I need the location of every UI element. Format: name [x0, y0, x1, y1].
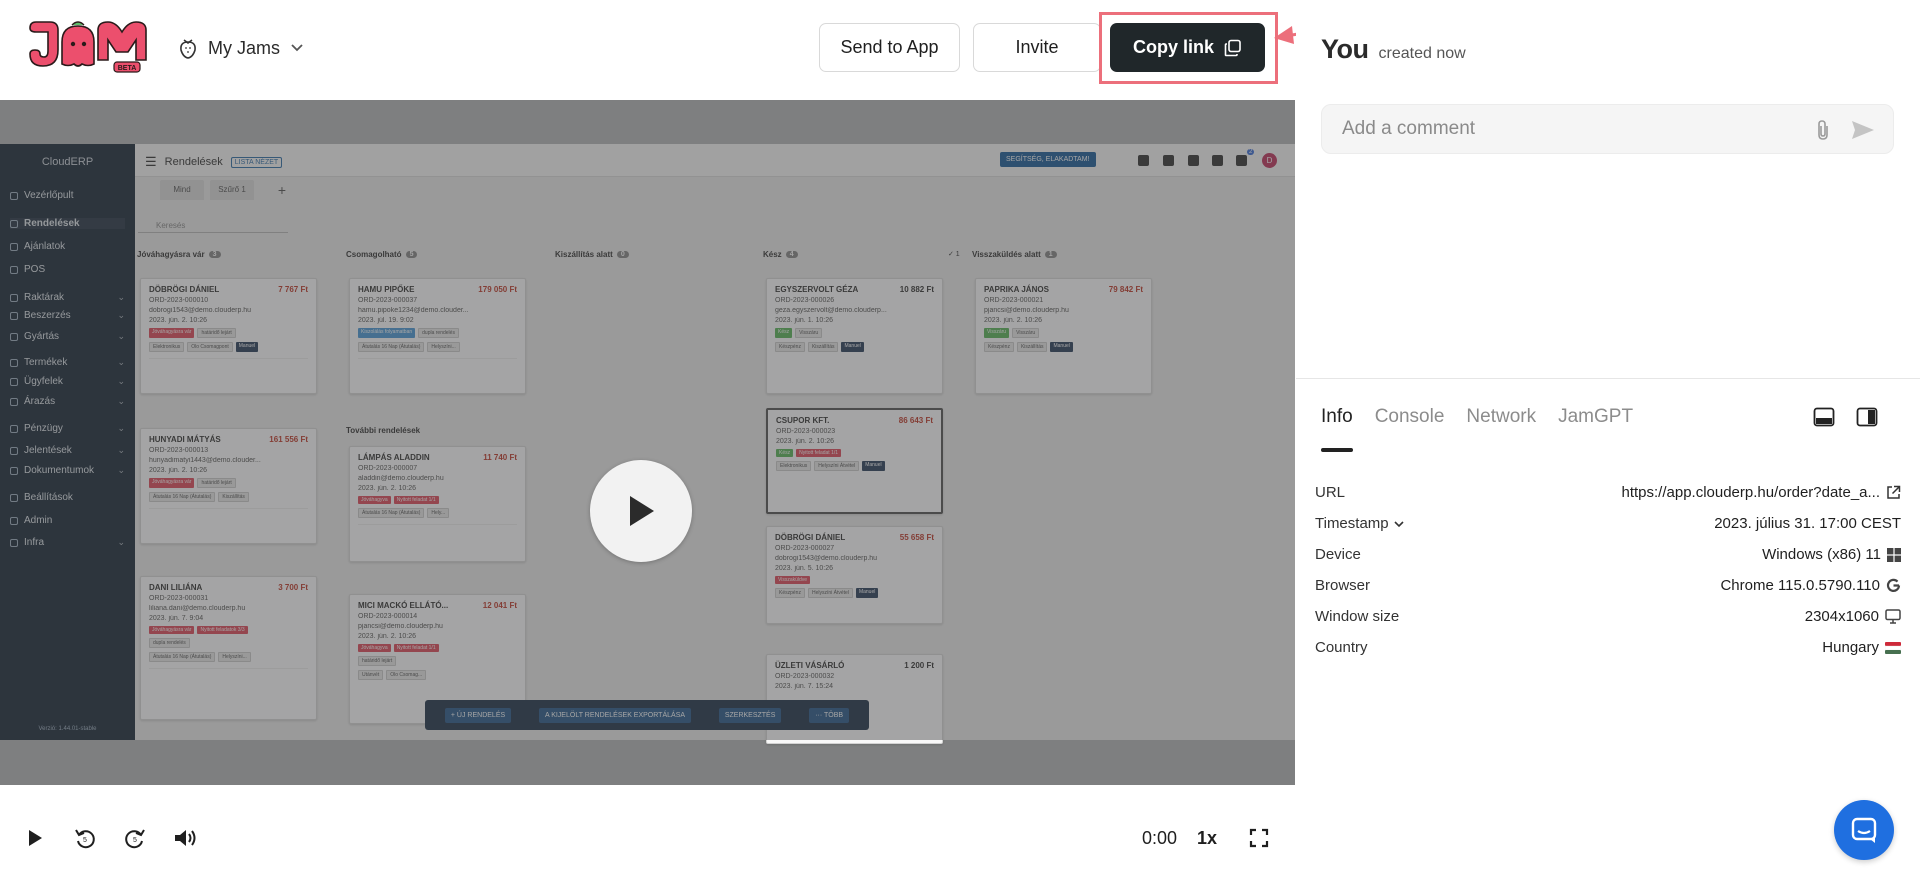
play-icon [29, 830, 42, 846]
player-controls: 5 5 0:00 1x [0, 785, 1295, 876]
browser-value: Chrome 115.0.5790.110 [1720, 577, 1880, 594]
country-value: Hungary [1822, 639, 1879, 656]
info-row-timestamp: Timestamp 2023. július 31. 17:00 CEST [1315, 508, 1901, 539]
info-key: Window size [1315, 608, 1400, 625]
author-line: You created now [1321, 34, 1466, 65]
playback-time: 0:00 [1142, 828, 1178, 848]
divider [1296, 378, 1920, 379]
info-value: Windows (x86) 11 [1762, 546, 1901, 563]
strawberry-icon [180, 39, 196, 59]
send-to-app-button[interactable]: Send to App [819, 23, 960, 72]
tab-console[interactable]: Console [1375, 406, 1445, 452]
tab-network[interactable]: Network [1466, 406, 1536, 452]
comment-box [1321, 104, 1894, 154]
svg-text:5: 5 [83, 837, 87, 844]
windows-icon [1887, 547, 1901, 562]
invite-button[interactable]: Invite [973, 23, 1101, 72]
info-row-device: Device Windows (x86) 11 [1315, 539, 1901, 570]
hungary-flag-icon [1885, 641, 1901, 654]
chevron-down-icon [291, 44, 303, 52]
rewind-button[interactable]: 5 [72, 825, 98, 851]
send-comment-icon[interactable] [1848, 117, 1878, 143]
top-bar: BETA My Jams Send to App Invite Copy lin… [0, 0, 1295, 100]
jam-logo[interactable]: BETA [28, 20, 150, 74]
info-value: Chrome 115.0.5790.110 [1720, 577, 1901, 594]
info-row-window-size: Window size 2304x1060 [1315, 601, 1901, 632]
video-player[interactable]: CloudERP Vezérlőpult Rendelések Ajánlato… [0, 100, 1295, 785]
paperclip-icon[interactable] [1810, 117, 1836, 143]
info-value: Hungary [1822, 639, 1901, 656]
volume-icon [175, 830, 196, 846]
info-value: 2023. július 31. 17:00 CEST [1714, 515, 1901, 532]
url-value[interactable]: https://app.clouderp.hu/order?date_a... [1621, 484, 1880, 501]
google-icon [1886, 578, 1901, 592]
author-name: You [1321, 34, 1369, 64]
external-link-icon[interactable] [1886, 485, 1901, 500]
logo-badge: BETA [118, 65, 137, 72]
timestamp-toggle[interactable]: Timestamp [1315, 515, 1404, 532]
info-row-url: URL https://app.clouderp.hu/order?date_a… [1315, 477, 1901, 508]
info-key: Timestamp [1315, 515, 1389, 532]
info-list: URL https://app.clouderp.hu/order?date_a… [1315, 477, 1901, 663]
info-key: URL [1315, 484, 1346, 501]
created-time: created now [1378, 45, 1466, 62]
monitor-icon [1885, 609, 1901, 624]
svg-text:5: 5 [133, 837, 137, 844]
playback-speed-button[interactable]: 1x [1197, 828, 1217, 849]
info-value: https://app.clouderp.hu/order?date_a... [1621, 484, 1901, 501]
my-jams-dropdown[interactable]: My Jams [178, 34, 304, 62]
panel-bottom-icon [1813, 407, 1835, 427]
rewind-icon: 5 [75, 829, 95, 849]
window-size-value: 2304x1060 [1804, 608, 1879, 625]
panel-side-icon [1856, 407, 1878, 427]
info-row-country: Country Hungary [1315, 632, 1901, 663]
info-value: 2304x1060 [1805, 608, 1901, 625]
chat-support-button[interactable] [1834, 800, 1894, 860]
fullscreen-button[interactable] [1246, 825, 1272, 851]
my-jams-label: My Jams [208, 37, 280, 58]
forward-icon: 5 [125, 829, 145, 849]
info-row-browser: Browser Chrome 115.0.5790.110 [1315, 570, 1901, 601]
recorded-app-frame: CloudERP Vezérlőpult Rendelések Ajánlato… [0, 144, 1295, 744]
info-key: Country [1315, 639, 1368, 656]
comment-input[interactable] [1322, 105, 1792, 153]
layout-side-panel-button[interactable] [1853, 404, 1881, 430]
forward-button[interactable]: 5 [122, 825, 148, 851]
details-panel: You created now Info Console Network Jam… [1296, 0, 1920, 876]
tab-info[interactable]: Info [1321, 406, 1353, 452]
copy-link-label: Copy link [1132, 37, 1214, 57]
device-value: Windows (x86) 11 [1762, 546, 1881, 563]
copy-link-button[interactable]: Copy link [1110, 23, 1265, 72]
play-button[interactable] [22, 825, 48, 851]
video-dim-overlay [0, 144, 1295, 740]
play-overlay-button[interactable] [590, 460, 692, 562]
recording-pane: BETA My Jams Send to App Invite Copy lin… [0, 0, 1295, 876]
info-key: Device [1315, 546, 1361, 563]
layout-bottom-panel-button[interactable] [1810, 404, 1838, 430]
info-key: Browser [1315, 577, 1371, 594]
detail-tabs: Info Console Network JamGPT [1321, 406, 1633, 454]
tab-jamgpt[interactable]: JamGPT [1558, 406, 1633, 452]
volume-button[interactable] [172, 825, 198, 851]
fullscreen-icon [1249, 828, 1269, 848]
copy-icon [1224, 39, 1241, 56]
play-icon [630, 496, 654, 526]
chevron-down-icon [1394, 520, 1404, 527]
chat-icon [1851, 817, 1877, 843]
